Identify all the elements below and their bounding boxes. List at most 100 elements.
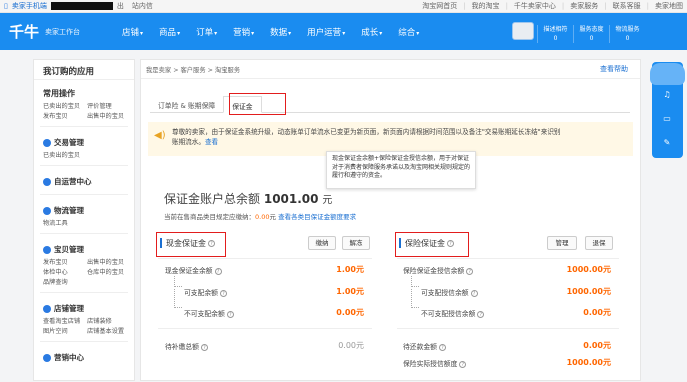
sidebar-link[interactable]: 品牌查询 — [43, 278, 87, 288]
my-taobao-link[interactable]: 我的淘宝 — [472, 1, 500, 11]
help-link[interactable]: 查看帮助 — [600, 64, 628, 74]
highlight-box — [395, 232, 469, 257]
help-icon[interactable]: ? — [219, 289, 227, 297]
nav-menu: 店铺▾ 商品▾ 订单▾ 营销▾ 数据▾ 用户运营▾ 成长▾ 综合▾ — [114, 26, 427, 38]
help-icon[interactable]: ? — [226, 310, 234, 318]
help-icon[interactable]: ? — [459, 360, 467, 368]
rating-logistics: 物流服务 0 — [609, 25, 645, 43]
chevron-down-icon: ▾ — [214, 29, 218, 37]
sidebar-link[interactable]: 仓库中的宝贝 — [87, 268, 131, 278]
unavailable-balance-label: 不可支配余额? — [184, 308, 234, 318]
sidebar-link[interactable]: 查看淘宝店铺 — [43, 317, 87, 327]
seller-map-link[interactable]: 卖家地图 — [655, 1, 683, 11]
nav-item-marketing[interactable]: 营销▾ — [225, 26, 262, 38]
notice-text: 尊敬的卖家，由于保证金系统升级，动态账单订单流水已变更为新页面，新页面内请根据时… — [172, 128, 561, 146]
sidebar-link[interactable]: 出售中的宝贝 — [87, 112, 131, 122]
contact-link[interactable]: 联系客服 — [613, 1, 641, 11]
nav-item-goods[interactable]: 商品▾ — [151, 26, 188, 38]
actual-credit-label: 保险实际授信额度? — [403, 358, 467, 368]
notice-link[interactable]: 查看 — [205, 138, 218, 146]
sidebar-group-self-ops[interactable]: 自运营中心 — [34, 166, 134, 190]
logout-link[interactable]: 出 — [117, 1, 124, 11]
help-icon[interactable]: ? — [466, 267, 474, 275]
highlight-box — [229, 93, 286, 115]
help-icon[interactable]: ? — [470, 289, 478, 297]
nav-item-data[interactable]: 数据▾ — [262, 26, 299, 38]
shop-ratings: 描述相符 0 服务态度 0 物流服务 0 — [537, 25, 645, 43]
bell-icon[interactable]: ♫ — [662, 90, 672, 100]
sidebar-link[interactable]: 店铺装修 — [87, 317, 131, 327]
total-balance: 保证金账户总余额 1001.00 元 — [164, 192, 333, 206]
avatar[interactable] — [512, 22, 534, 40]
available-balance-value: 1.00元 — [336, 287, 364, 296]
manage-button[interactable]: 管理 — [547, 236, 577, 250]
nav-item-user-ops[interactable]: 用户运营▾ — [299, 26, 353, 38]
pending-payment-value: 0.00元 — [338, 341, 364, 350]
sidebar-link[interactable]: 已卖出的宝贝 — [43, 102, 87, 112]
tab-order-insurance[interactable]: 订单险 & 账期保障 — [150, 96, 223, 113]
sidebar-group-goods[interactable]: 宝贝管理 — [34, 234, 134, 258]
cash-balance-value: 1.00元 — [336, 265, 364, 274]
sidebar-link[interactable]: 发布宝贝 — [43, 258, 87, 268]
chevron-down-icon: ▾ — [177, 29, 181, 37]
divider — [141, 78, 640, 79]
chevron-down-icon: ▾ — [251, 29, 255, 37]
logo[interactable]: 千牛 — [0, 21, 39, 42]
repayment-value: 0.00元 — [583, 341, 611, 350]
tab-bar: 订单险 & 账期保障 保证金 — [150, 96, 630, 113]
cloud-icon[interactable] — [650, 63, 685, 85]
sidebar-group-marketing[interactable]: 营销中心 — [34, 342, 134, 366]
sidebar-link[interactable]: 体检中心 — [43, 268, 87, 278]
goods-icon — [43, 245, 51, 254]
sidebar-link[interactable]: 出售中的宝贝 — [87, 258, 131, 268]
seller-service-link[interactable]: 卖家服务 — [570, 1, 598, 11]
pay-button[interactable]: 缴纳 — [308, 236, 336, 250]
nav-item-general[interactable]: 综合▾ — [390, 26, 427, 38]
sidebar-link[interactable]: 店铺基本设置 — [87, 327, 131, 337]
main-nav: 千牛 卖家工作台 店铺▾ 商品▾ 订单▾ 营销▾ 数据▾ 用户运营▾ 成长▾ 综… — [0, 13, 687, 50]
help-icon[interactable]: ? — [200, 343, 208, 351]
sidebar-link[interactable]: 发布宝贝 — [43, 112, 87, 122]
sidebar-link[interactable]: 已卖出的宝贝 — [43, 151, 87, 161]
total-amount: 1001.00 — [263, 192, 319, 206]
cancel-insurance-button[interactable]: 退保 — [585, 236, 613, 250]
nav-item-orders[interactable]: 订单▾ — [188, 26, 225, 38]
phone-icon: ▯ — [4, 2, 8, 10]
cash-balance-label: 现金保证金余额? — [165, 265, 222, 275]
category-requirement-link[interactable]: 查看各类目保证金额度要求 — [278, 213, 356, 221]
seller-center-link[interactable]: 千牛卖家中心 — [514, 1, 556, 11]
shop-icon — [43, 304, 51, 313]
logo-subtitle: 卖家工作台 — [45, 27, 81, 36]
mobile-link[interactable]: 卖家手机端 — [12, 1, 47, 11]
unavailable-balance-value: 0.00元 — [336, 308, 364, 317]
credit-balance-value: 1000.00元 — [566, 265, 611, 274]
unfreeze-button[interactable]: 解冻 — [342, 236, 370, 250]
chat-icon[interactable]: ▭ — [662, 114, 672, 124]
unavailable-credit-value: 0.00元 — [583, 308, 611, 317]
chevron-down-icon: ▾ — [342, 29, 346, 37]
help-icon[interactable]: ? — [477, 310, 485, 318]
rating-description: 描述相符 0 — [537, 25, 573, 43]
nav-item-growth[interactable]: 成长▾ — [353, 26, 390, 38]
sidebar-link[interactable]: 评价管理 — [87, 102, 131, 112]
sidebar-group-logistics[interactable]: 物流管理 — [34, 195, 134, 219]
sidebar-link[interactable]: 物流工具 — [43, 219, 87, 229]
sidebar-group-shop[interactable]: 店铺管理 — [34, 293, 134, 317]
nav-item-shop[interactable]: 店铺▾ — [114, 26, 151, 38]
sidebar-link[interactable]: 图片空间 — [43, 327, 87, 337]
taobao-home-link[interactable]: 淘宝网首页 — [422, 1, 457, 11]
pending-payment-label: 待补缴总额? — [165, 341, 208, 351]
trade-icon — [43, 138, 51, 147]
edit-icon[interactable]: ✎ — [662, 138, 672, 148]
actual-credit-value: 1000.00元 — [566, 358, 611, 367]
help-icon[interactable]: ? — [438, 343, 446, 351]
chevron-down-icon: ▾ — [416, 29, 420, 37]
tooltip: 现金保证金余额+保险保证金授信余额，用于对保证对于消费者保障服务承诺以及淘宝网相… — [326, 151, 476, 189]
help-icon[interactable]: ? — [214, 267, 222, 275]
chevron-down-icon: ▾ — [140, 29, 144, 37]
mailbox-link[interactable]: 站内信 — [132, 1, 153, 11]
self-ops-icon — [43, 177, 51, 186]
unavailable-credit-label: 不可支配授信余额? — [421, 308, 485, 318]
username — [50, 2, 113, 10]
sidebar-group-trade[interactable]: 交易管理 — [34, 127, 134, 151]
